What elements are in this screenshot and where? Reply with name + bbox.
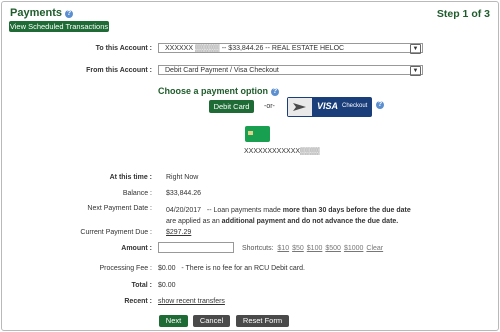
next-payment-label: Next Payment Date : — [87, 205, 152, 212]
recent-label: Recent : — [124, 298, 152, 305]
checkout-label: Checkout — [342, 103, 368, 109]
shortcut-500[interactable]: $500 — [325, 245, 341, 252]
card-number: XXXXXXXXXXXX▒▒▒▒ — [244, 148, 320, 155]
or-separator: -or- — [264, 103, 275, 110]
balance-value: $33,844.26 — [166, 190, 202, 197]
shortcut-100[interactable]: $100 — [307, 245, 323, 252]
at-this-time-value: Right Now — [166, 174, 199, 181]
shortcut-10[interactable]: $10 — [277, 245, 289, 252]
cancel-button[interactable]: Cancel — [193, 315, 230, 327]
amount-label: Amount : — [121, 245, 152, 252]
view-scheduled-transactions-button[interactable]: View Scheduled Transactions — [9, 21, 109, 32]
shortcuts-label: Shortcuts: — [242, 245, 274, 252]
processing-fee-note: - There is no fee for an RCU Debit card. — [181, 265, 305, 272]
visa-logo: VISA — [317, 101, 339, 111]
step-indicator: Step 1 of 3 — [436, 8, 490, 20]
current-due-label: Current Payment Due : — [80, 229, 152, 236]
next-button[interactable]: Next — [159, 315, 188, 327]
help-icon[interactable]: ? — [271, 88, 280, 96]
help-icon[interactable]: ? — [64, 10, 73, 18]
balance-label: Balance : — [122, 190, 152, 197]
amount-input[interactable] — [158, 242, 234, 253]
visa-checkout-button[interactable]: VISA Checkout — [287, 97, 372, 117]
chevron-down-icon: ▼ — [410, 44, 421, 54]
processing-fee-label: Processing Fee : — [99, 265, 152, 272]
payment-option-heading: Choose a payment option? — [158, 86, 280, 96]
debit-card-button[interactable]: Debit Card — [209, 100, 254, 113]
from-account-value: Debit Card Payment / Visa Checkout — [165, 67, 279, 74]
payments-panel: Payments? Step 1 of 3 View Scheduled Tra… — [1, 1, 499, 331]
at-this-time-label: At this time : — [109, 174, 152, 181]
shortcuts: Shortcuts: $10 $50 $100 $500 $1000 Clear — [242, 245, 386, 252]
total-label: Total : — [131, 282, 152, 289]
visa-checkout-emblem — [288, 98, 312, 116]
total-value: $0.00 — [158, 282, 176, 289]
show-recent-transfers-link[interactable]: show recent transfers — [158, 298, 225, 305]
credit-card-image — [245, 126, 270, 142]
to-account-label: To this Account : — [95, 45, 152, 52]
to-account-value: XXXXXX ▒▒▒▒▒ -- $33,844.26 -- REAL ESTAT… — [165, 45, 345, 52]
from-account-select[interactable]: Debit Card Payment / Visa Checkout ▼ — [158, 65, 423, 76]
chevron-down-icon: ▼ — [410, 66, 421, 76]
shortcut-1000[interactable]: $1000 — [344, 245, 363, 252]
from-account-label: From this Account : — [86, 67, 152, 74]
next-payment-info: 04/20/2017 -- Loan payments made more th… — [166, 207, 411, 225]
help-icon[interactable]: ? — [376, 101, 384, 109]
shortcut-clear[interactable]: Clear — [366, 245, 383, 252]
reset-form-button[interactable]: Reset Form — [236, 315, 289, 327]
current-due-link[interactable]: $297.29 — [166, 229, 191, 236]
to-account-select[interactable]: XXXXXX ▒▒▒▒▒ -- $33,844.26 -- REAL ESTAT… — [158, 43, 423, 54]
processing-fee-value: $0.00 - There is no fee for an RCU Debit… — [158, 265, 305, 272]
page-title: Payments? — [10, 7, 73, 19]
shortcut-50[interactable]: $50 — [292, 245, 304, 252]
